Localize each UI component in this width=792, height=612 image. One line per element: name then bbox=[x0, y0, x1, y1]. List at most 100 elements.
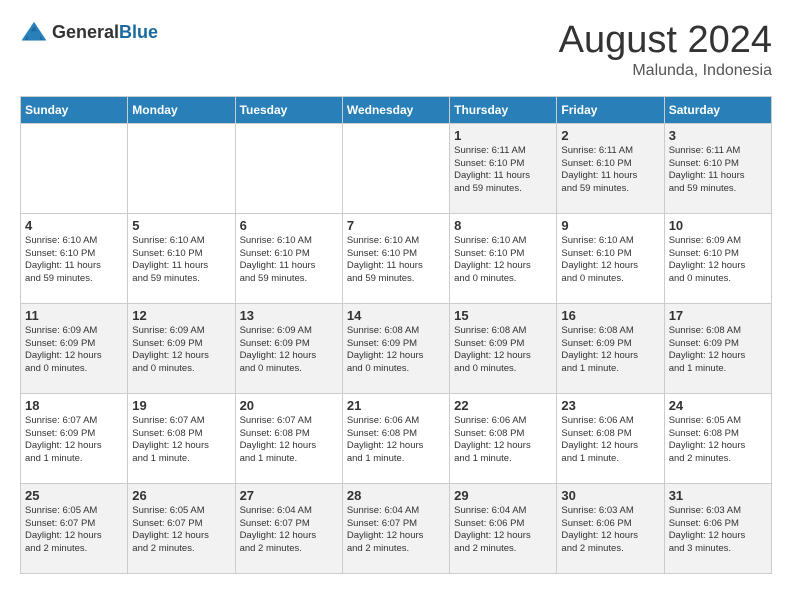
header-tuesday: Tuesday bbox=[235, 96, 342, 123]
day-number: 3 bbox=[669, 128, 767, 143]
day-info: Sunrise: 6:07 AM Sunset: 6:09 PM Dayligh… bbox=[25, 415, 123, 466]
day-info: Sunrise: 6:11 AM Sunset: 6:10 PM Dayligh… bbox=[669, 145, 767, 196]
header-saturday: Saturday bbox=[664, 96, 771, 123]
day-info: Sunrise: 6:04 AM Sunset: 6:07 PM Dayligh… bbox=[240, 505, 338, 556]
calendar-cell-3-1: 11 Sunrise: 6:09 AM Sunset: 6:09 PM Dayli… bbox=[21, 303, 128, 393]
day-info: Sunrise: 6:10 AM Sunset: 6:10 PM Dayligh… bbox=[347, 235, 445, 286]
day-number: 17 bbox=[669, 308, 767, 323]
day-number: 27 bbox=[240, 488, 338, 503]
calendar-subtitle: Malunda, Indonesia bbox=[559, 62, 772, 80]
day-info: Sunrise: 6:10 AM Sunset: 6:10 PM Dayligh… bbox=[240, 235, 338, 286]
day-number: 10 bbox=[669, 218, 767, 233]
calendar-body: 1 Sunrise: 6:11 AM Sunset: 6:10 PM Daylig… bbox=[21, 123, 772, 573]
calendar-cell-5-6: 30 Sunrise: 6:03 AM Sunset: 6:06 PM Dayli… bbox=[557, 483, 664, 573]
calendar-cell-4-4: 21 Sunrise: 6:06 AM Sunset: 6:08 PM Dayli… bbox=[342, 393, 449, 483]
day-info: Sunrise: 6:06 AM Sunset: 6:08 PM Dayligh… bbox=[454, 415, 552, 466]
day-number: 26 bbox=[132, 488, 230, 503]
day-info: Sunrise: 6:05 AM Sunset: 6:07 PM Dayligh… bbox=[132, 505, 230, 556]
calendar-cell-3-3: 13Sunrise: 6:09 AM Sunset: 6:09 PM Dayli… bbox=[235, 303, 342, 393]
day-number: 29 bbox=[454, 488, 552, 503]
day-info: Sunrise: 6:04 AM Sunset: 6:07 PM Dayligh… bbox=[347, 505, 445, 556]
calendar-cell-4-3: 20Sunrise: 6:07 AM Sunset: 6:08 PM Dayli… bbox=[235, 393, 342, 483]
day-number: 5 bbox=[132, 218, 230, 233]
calendar-cell-1-7: 3 Sunrise: 6:11 AM Sunset: 6:10 PM Daylig… bbox=[664, 123, 771, 213]
calendar-cell-3-5: 15 Sunrise: 6:08 AM Sunset: 6:09 PM Dayli… bbox=[450, 303, 557, 393]
day-info: Sunrise: 6:10 AM Sunset: 6:10 PM Dayligh… bbox=[454, 235, 552, 286]
logo-icon bbox=[20, 20, 48, 44]
page-header: GeneralBlue August 2024 Malunda, Indones… bbox=[20, 20, 772, 80]
calendar-cell-5-1: 25 Sunrise: 6:05 AM Sunset: 6:07 PM Dayli… bbox=[21, 483, 128, 573]
calendar-cell-5-7: 31Sunrise: 6:03 AM Sunset: 6:06 PM Dayli… bbox=[664, 483, 771, 573]
day-number: 23 bbox=[561, 398, 659, 413]
logo-blue: Blue bbox=[119, 22, 158, 42]
day-number: 12 bbox=[132, 308, 230, 323]
calendar-week-4: 18 Sunrise: 6:07 AM Sunset: 6:09 PM Dayli… bbox=[21, 393, 772, 483]
calendar-cell-4-5: 22Sunrise: 6:06 AM Sunset: 6:08 PM Dayli… bbox=[450, 393, 557, 483]
calendar-cell-1-4 bbox=[342, 123, 449, 213]
day-number: 9 bbox=[561, 218, 659, 233]
header-sunday: Sunday bbox=[21, 96, 128, 123]
day-number: 28 bbox=[347, 488, 445, 503]
day-info: Sunrise: 6:06 AM Sunset: 6:08 PM Dayligh… bbox=[347, 415, 445, 466]
calendar-cell-2-6: 9 Sunrise: 6:10 AM Sunset: 6:10 PM Daylig… bbox=[557, 213, 664, 303]
calendar-cell-4-6: 23 Sunrise: 6:06 AM Sunset: 6:08 PM Dayli… bbox=[557, 393, 664, 483]
day-number: 11 bbox=[25, 308, 123, 323]
day-number: 25 bbox=[25, 488, 123, 503]
header-thursday: Thursday bbox=[450, 96, 557, 123]
calendar-cell-2-1: 4Sunrise: 6:10 AM Sunset: 6:10 PM Daylig… bbox=[21, 213, 128, 303]
calendar-cell-2-5: 8 Sunrise: 6:10 AM Sunset: 6:10 PM Daylig… bbox=[450, 213, 557, 303]
day-info: Sunrise: 6:09 AM Sunset: 6:09 PM Dayligh… bbox=[25, 325, 123, 376]
calendar-cell-2-7: 10 Sunrise: 6:09 AM Sunset: 6:10 PM Dayli… bbox=[664, 213, 771, 303]
logo-general: General bbox=[52, 22, 119, 42]
day-number: 2 bbox=[561, 128, 659, 143]
calendar-cell-2-3: 6 Sunrise: 6:10 AM Sunset: 6:10 PM Daylig… bbox=[235, 213, 342, 303]
calendar-cell-1-5: 1Sunrise: 6:11 AM Sunset: 6:10 PM Daylig… bbox=[450, 123, 557, 213]
calendar-week-2: 4 Sunrise: 6:10 AM Sunset: 6:10 PM Daylig… bbox=[21, 213, 772, 303]
day-info: Sunrise: 6:03 AM Sunset: 6:06 PM Dayligh… bbox=[561, 505, 659, 556]
day-number: 30 bbox=[561, 488, 659, 503]
calendar-week-5: 25 Sunrise: 6:05 AM Sunset: 6:07 PM Dayli… bbox=[21, 483, 772, 573]
day-number: 1 bbox=[454, 128, 552, 143]
day-info: Sunrise: 6:08 AM Sunset: 6:09 PM Dayligh… bbox=[454, 325, 552, 376]
day-number: 13 bbox=[240, 308, 338, 323]
day-number: 31 bbox=[669, 488, 767, 503]
calendar-week-1: 1 Sunrise: 6:11 AM Sunset: 6:10 PM Daylig… bbox=[21, 123, 772, 213]
calendar-cell-2-4: 7Sunrise: 6:10 AM Sunset: 6:10 PM Daylig… bbox=[342, 213, 449, 303]
logo: GeneralBlue bbox=[20, 20, 158, 44]
day-number: 24 bbox=[669, 398, 767, 413]
calendar-cell-1-6: 2 Sunrise: 6:11 AM Sunset: 6:10 PM Daylig… bbox=[557, 123, 664, 213]
calendar-cell-1-2 bbox=[128, 123, 235, 213]
calendar-cell-3-6: 16Sunrise: 6:08 AM Sunset: 6:09 PM Dayli… bbox=[557, 303, 664, 393]
header-wednesday: Wednesday bbox=[342, 96, 449, 123]
day-info: Sunrise: 6:04 AM Sunset: 6:06 PM Dayligh… bbox=[454, 505, 552, 556]
day-info: Sunrise: 6:06 AM Sunset: 6:08 PM Dayligh… bbox=[561, 415, 659, 466]
day-number: 8 bbox=[454, 218, 552, 233]
calendar-cell-3-2: 12Sunrise: 6:09 AM Sunset: 6:09 PM Dayli… bbox=[128, 303, 235, 393]
calendar-cell-4-2: 19 Sunrise: 6:07 AM Sunset: 6:08 PM Dayli… bbox=[128, 393, 235, 483]
day-number: 4 bbox=[25, 218, 123, 233]
calendar-cell-2-2: 5Sunrise: 6:10 AM Sunset: 6:10 PM Daylig… bbox=[128, 213, 235, 303]
header-friday: Friday bbox=[557, 96, 664, 123]
calendar-cell-5-4: 28 Sunrise: 6:04 AM Sunset: 6:07 PM Dayli… bbox=[342, 483, 449, 573]
title-block: August 2024 Malunda, Indonesia bbox=[559, 20, 772, 80]
day-number: 18 bbox=[25, 398, 123, 413]
day-info: Sunrise: 6:07 AM Sunset: 6:08 PM Dayligh… bbox=[132, 415, 230, 466]
day-info: Sunrise: 6:07 AM Sunset: 6:08 PM Dayligh… bbox=[240, 415, 338, 466]
day-info: Sunrise: 6:08 AM Sunset: 6:09 PM Dayligh… bbox=[669, 325, 767, 376]
day-info: Sunrise: 6:11 AM Sunset: 6:10 PM Dayligh… bbox=[561, 145, 659, 196]
day-info: Sunrise: 6:09 AM Sunset: 6:10 PM Dayligh… bbox=[669, 235, 767, 286]
day-number: 6 bbox=[240, 218, 338, 233]
day-info: Sunrise: 6:10 AM Sunset: 6:10 PM Dayligh… bbox=[561, 235, 659, 286]
calendar-title: August 2024 bbox=[559, 20, 772, 62]
day-number: 21 bbox=[347, 398, 445, 413]
calendar-cell-1-1 bbox=[21, 123, 128, 213]
day-number: 15 bbox=[454, 308, 552, 323]
calendar-cell-1-3 bbox=[235, 123, 342, 213]
day-number: 19 bbox=[132, 398, 230, 413]
day-info: Sunrise: 6:05 AM Sunset: 6:07 PM Dayligh… bbox=[25, 505, 123, 556]
calendar-cell-4-1: 18 Sunrise: 6:07 AM Sunset: 6:09 PM Dayli… bbox=[21, 393, 128, 483]
day-info: Sunrise: 6:05 AM Sunset: 6:08 PM Dayligh… bbox=[669, 415, 767, 466]
calendar-cell-3-7: 17 Sunrise: 6:08 AM Sunset: 6:09 PM Dayli… bbox=[664, 303, 771, 393]
header-monday: Monday bbox=[128, 96, 235, 123]
calendar-cell-4-7: 24 Sunrise: 6:05 AM Sunset: 6:08 PM Dayli… bbox=[664, 393, 771, 483]
